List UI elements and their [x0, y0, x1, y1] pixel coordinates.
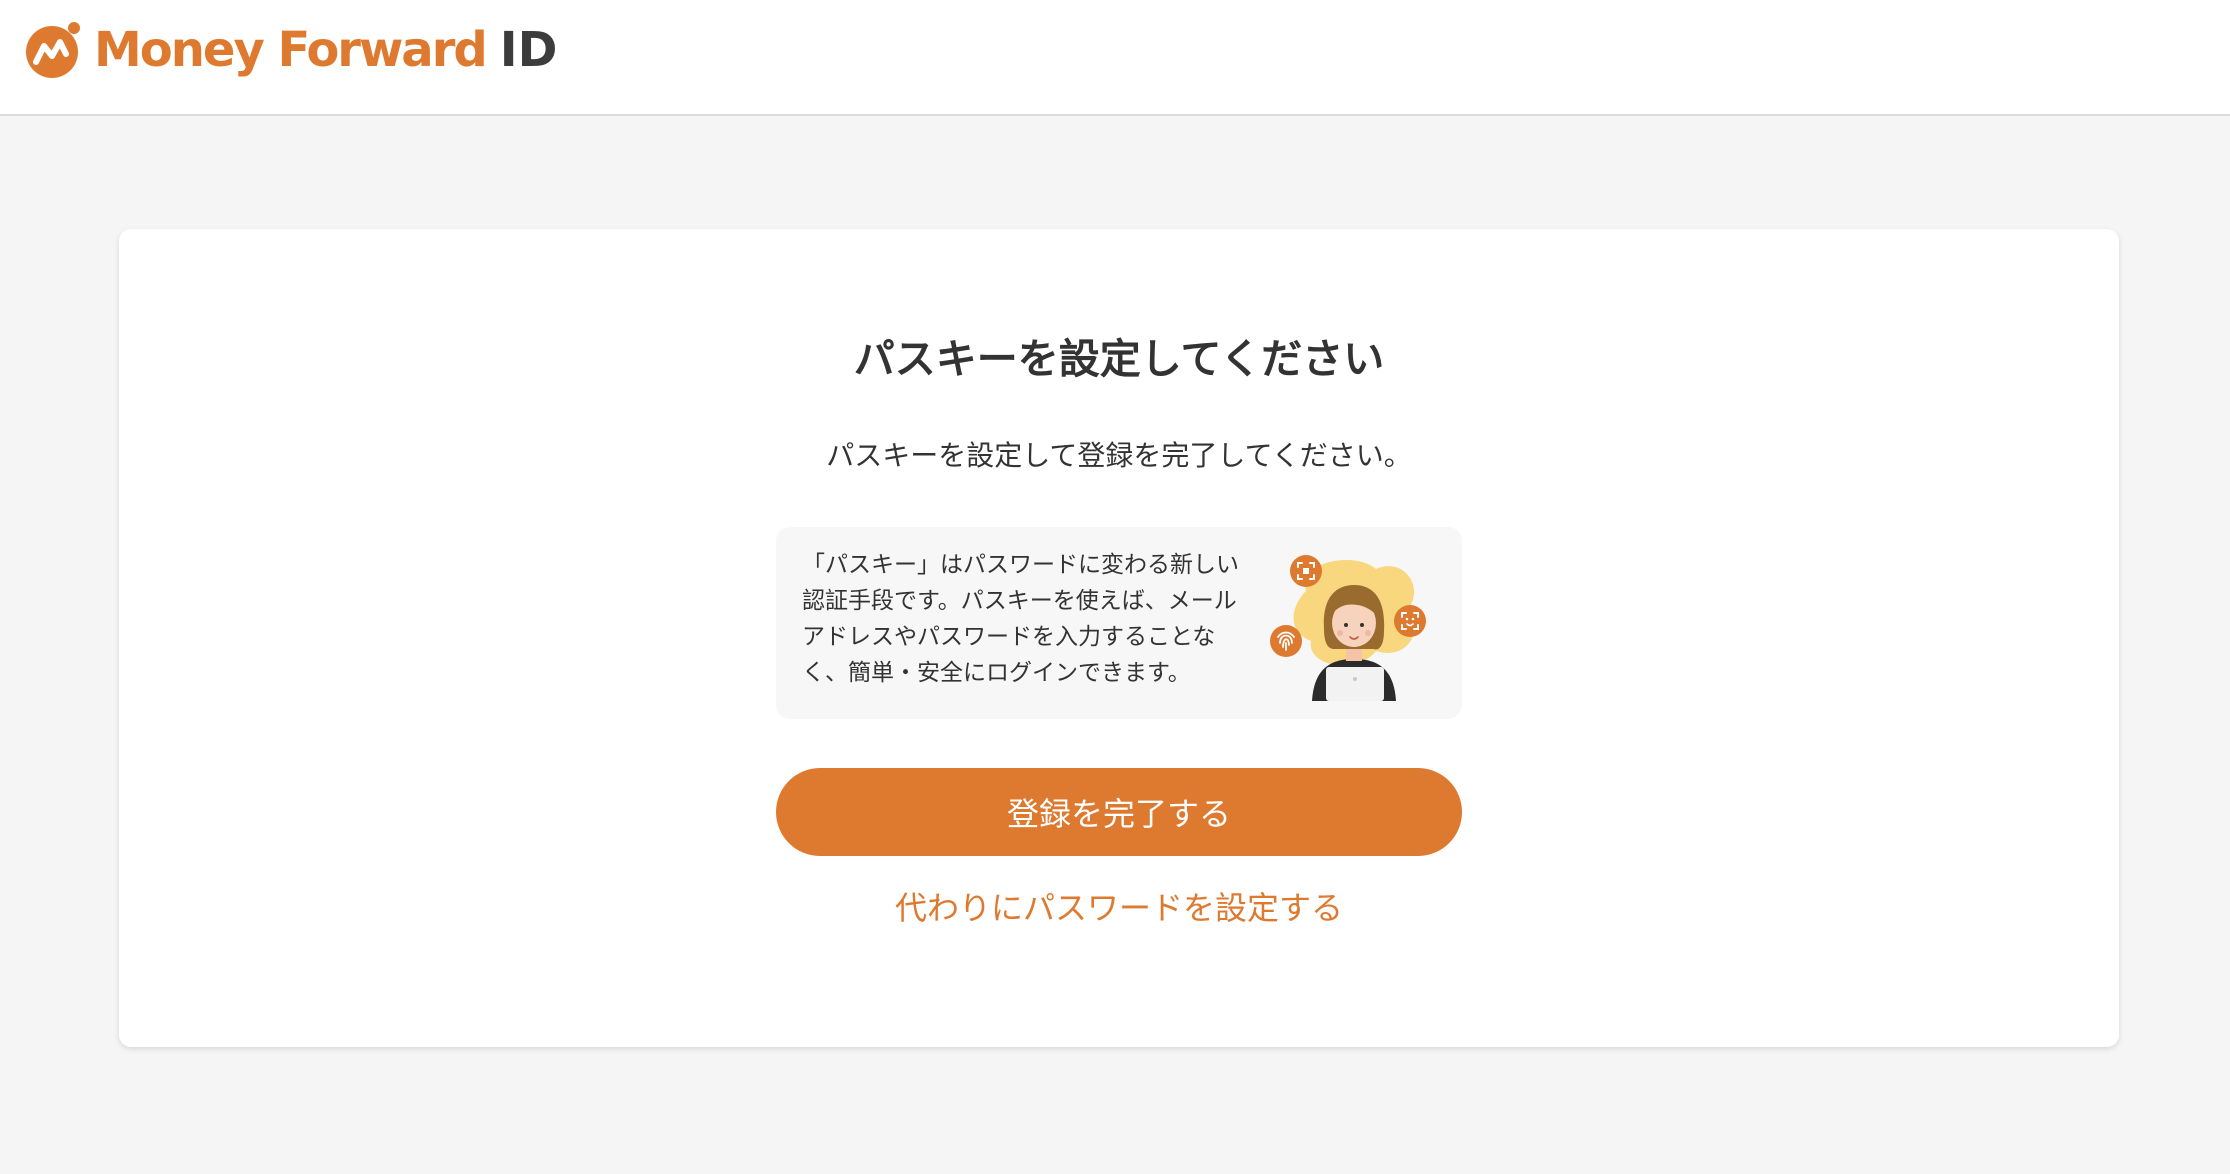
passkey-setup-card: パスキーを設定してください パスキーを設定して登録を完了してください。 「パスキ…: [119, 229, 2119, 1047]
passkey-illustration: [1270, 555, 1426, 701]
set-password-instead-label: 代わりにパスワードを設定する: [894, 889, 1343, 927]
logo-wordmark: Money Forward: [94, 22, 488, 78]
money-forward-logo-icon: [26, 22, 80, 78]
passkey-info-text: 「パスキー」はパスワードに変わる新しい認証手段です。パスキーを使えば、メールアド…: [802, 552, 1239, 686]
passkey-info-box: 「パスキー」はパスワードに変わる新しい認証手段です。パスキーを使えば、メールアド…: [776, 527, 1462, 719]
logo-suffix: ID: [499, 22, 558, 78]
lead-text: パスキーを設定して登録を完了してください。: [826, 439, 1412, 472]
face-id-icon: [1394, 605, 1426, 637]
set-password-instead-link[interactable]: 代わりにパスワードを設定する: [119, 883, 2119, 929]
page-title: パスキーを設定してください: [853, 335, 1385, 383]
complete-registration-button[interactable]: 登録を完了する: [776, 768, 1462, 856]
fingerprint-icon: [1270, 625, 1302, 657]
header: Money Forward ID: [0, 0, 2230, 116]
qr-scan-icon: [1290, 555, 1322, 587]
money-forward-id-logo[interactable]: Money Forward ID: [22, 18, 557, 82]
